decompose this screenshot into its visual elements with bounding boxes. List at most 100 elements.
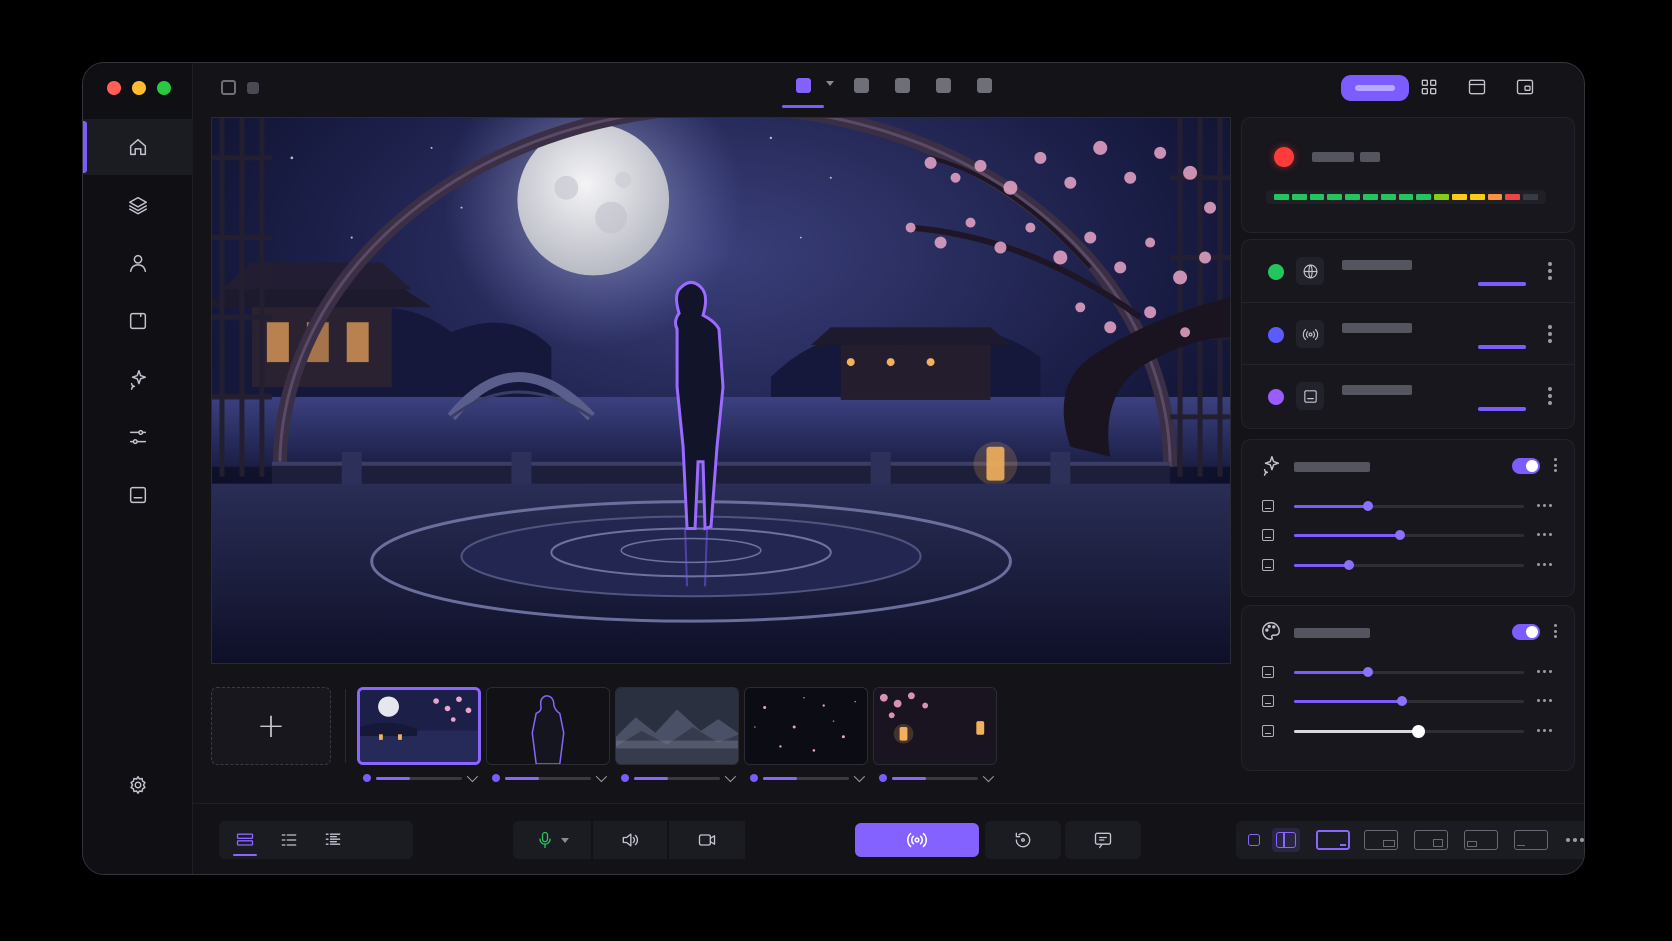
scene-status-dot xyxy=(492,774,500,782)
speaker-button[interactable] xyxy=(593,821,667,859)
scene-volume-bar[interactable] xyxy=(763,776,849,780)
plus-icon: + xyxy=(256,706,286,746)
scene-thumbnail-starfield[interactable] xyxy=(744,687,868,765)
color-options-button[interactable] xyxy=(1537,699,1552,702)
source-row-caption[interactable] xyxy=(1242,364,1574,426)
effect-options-button[interactable] xyxy=(1537,563,1552,566)
scene-thumbnail-lantern-blossoms[interactable] xyxy=(873,687,997,765)
minimize-window-button[interactable] xyxy=(132,81,146,95)
color-options-button[interactable] xyxy=(1537,670,1552,673)
chevron-down-icon[interactable] xyxy=(595,770,608,783)
layout-pip-corner[interactable] xyxy=(1412,828,1450,852)
panel-toggle-button[interactable] xyxy=(221,80,236,95)
scene-volume-bar[interactable] xyxy=(505,776,591,780)
effect-slider-1[interactable] xyxy=(1294,501,1524,511)
sidebar-item-settings[interactable] xyxy=(83,757,193,813)
sliders-icon xyxy=(129,429,147,445)
tab-dropdown[interactable] xyxy=(826,81,834,86)
speaker-icon xyxy=(622,833,638,847)
effect-slider-3[interactable] xyxy=(1294,560,1524,570)
sidebar-item-avatar[interactable] xyxy=(83,235,193,291)
app-window: + xyxy=(82,62,1585,875)
source-row-broadcast[interactable] xyxy=(1242,302,1574,364)
view-mode-detail[interactable] xyxy=(313,821,353,859)
effect-options-button[interactable] xyxy=(1537,533,1552,536)
effects-menu-button[interactable] xyxy=(1554,458,1558,472)
scene-2-controls[interactable] xyxy=(486,770,610,785)
scene-thumbnail-silhouette[interactable] xyxy=(486,687,610,765)
layout-bottom-left[interactable] xyxy=(1462,828,1500,852)
microphone-button[interactable] xyxy=(513,821,591,859)
tab-scene-5[interactable] xyxy=(969,78,999,110)
sidebar-item-effects[interactable] xyxy=(83,351,193,407)
layout-more-button[interactable] xyxy=(1560,828,1584,852)
source-menu-button[interactable] xyxy=(1548,262,1552,280)
sidebar-item-captions[interactable] xyxy=(83,467,193,523)
effect-options-button[interactable] xyxy=(1537,504,1552,507)
scene-3-controls[interactable] xyxy=(615,770,739,785)
secondary-toggle-button[interactable] xyxy=(247,82,259,94)
scene-thumbnail-misty-mountains[interactable] xyxy=(615,687,739,765)
view-mode-list[interactable] xyxy=(269,821,309,859)
zoom-window-button[interactable] xyxy=(157,81,171,95)
misty-mountains-thumbnail xyxy=(616,688,738,764)
color-options-button[interactable] xyxy=(1537,729,1552,732)
color-slider-1[interactable] xyxy=(1294,667,1524,677)
close-window-button[interactable] xyxy=(107,81,121,95)
chat-button-inner[interactable] xyxy=(1065,821,1141,859)
scene-thumbnail-moonlit-garden[interactable] xyxy=(357,687,481,765)
source-menu-button[interactable] xyxy=(1548,387,1552,405)
window-view-button[interactable] xyxy=(1467,77,1487,97)
sidebar-item-adjustments[interactable] xyxy=(83,409,193,465)
record-indicator[interactable] xyxy=(1274,147,1294,167)
tab-scene-3[interactable] xyxy=(887,78,917,110)
color-toggle[interactable] xyxy=(1512,624,1540,640)
sidebar-item-canvas[interactable] xyxy=(83,293,193,349)
layout-picker xyxy=(1236,821,1584,859)
tab-scene-2[interactable] xyxy=(846,78,876,110)
source-row-web[interactable] xyxy=(1242,240,1574,302)
chevron-down-icon[interactable] xyxy=(982,770,995,783)
chevron-down-icon[interactable] xyxy=(561,837,569,843)
scene-volume-bar[interactable] xyxy=(892,776,978,780)
chevron-down-icon[interactable] xyxy=(724,770,737,783)
effects-panel xyxy=(1241,439,1575,597)
scene-1-controls[interactable] xyxy=(357,770,481,785)
replay-button[interactable] xyxy=(985,821,1061,859)
source-icon xyxy=(1296,257,1324,285)
pip-view-button[interactable] xyxy=(1515,77,1535,97)
add-scene-button[interactable]: + xyxy=(211,687,331,765)
color-slider-2[interactable] xyxy=(1294,696,1524,706)
layout-lower-third[interactable] xyxy=(1512,828,1550,852)
more-horizontal-icon xyxy=(1566,838,1584,842)
scene-4-controls[interactable] xyxy=(744,770,868,785)
camera-button[interactable] xyxy=(669,821,745,859)
sidebar-item-layers[interactable] xyxy=(83,177,193,233)
source-status-dot xyxy=(1268,389,1284,405)
grid-view-button[interactable] xyxy=(1419,77,1439,97)
layout-wide-icon xyxy=(1316,830,1350,850)
replay-button-inner[interactable] xyxy=(985,821,1061,859)
scene-preview[interactable] xyxy=(211,117,1231,664)
primary-action-button[interactable] xyxy=(1341,75,1409,101)
layout-split[interactable] xyxy=(1272,828,1300,852)
scene-5-controls[interactable] xyxy=(873,770,997,785)
scene-volume-bar[interactable] xyxy=(376,776,462,780)
tab-scene-4[interactable] xyxy=(928,78,958,110)
source-menu-button[interactable] xyxy=(1548,325,1552,343)
layout-wide[interactable] xyxy=(1314,828,1352,852)
go-live-button[interactable] xyxy=(855,823,979,857)
tab-scene-1[interactable] xyxy=(782,78,824,110)
scene-volume-bar[interactable] xyxy=(634,776,720,780)
chevron-down-icon[interactable] xyxy=(466,770,479,783)
chat-button[interactable] xyxy=(1065,821,1141,859)
color-slider-3[interactable] xyxy=(1294,725,1524,738)
color-menu-button[interactable] xyxy=(1554,624,1558,638)
sidebar-item-home[interactable] xyxy=(83,119,193,175)
layout-pip-right[interactable] xyxy=(1362,828,1400,852)
layout-single[interactable] xyxy=(1244,828,1264,852)
strip-divider xyxy=(345,689,346,763)
chevron-down-icon[interactable] xyxy=(853,770,866,783)
effects-toggle[interactable] xyxy=(1512,458,1540,474)
effect-slider-2[interactable] xyxy=(1294,530,1524,540)
